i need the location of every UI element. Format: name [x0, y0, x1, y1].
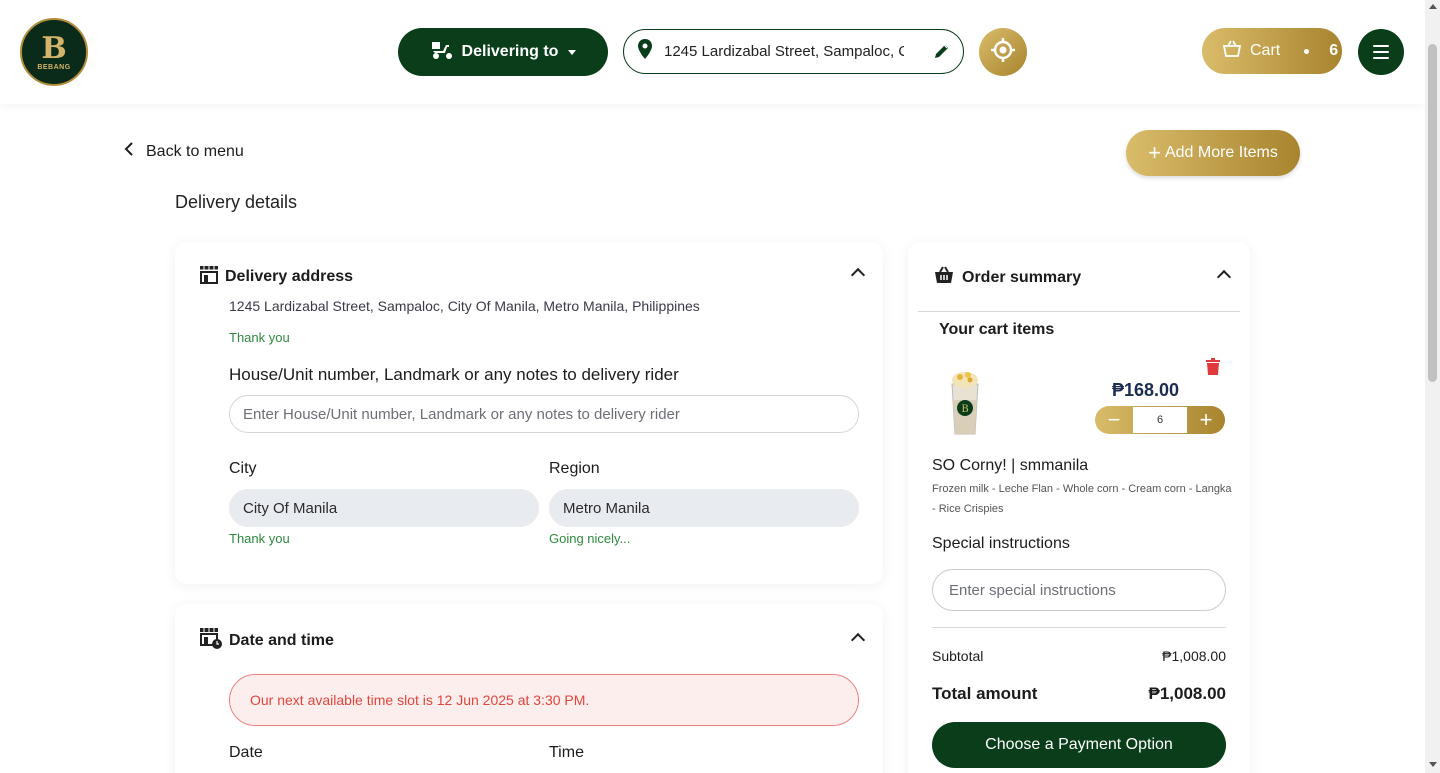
city-feedback: Thank you — [229, 531, 290, 546]
region-field[interactable]: Metro Manila — [549, 489, 859, 527]
add-more-items-button[interactable]: + Add More Items — [1126, 130, 1300, 176]
subtotal-value: ₱1,008.00 — [1162, 648, 1226, 664]
special-instructions-input[interactable]: Enter special instructions — [932, 569, 1226, 611]
back-to-menu-link[interactable]: Back to menu — [124, 142, 244, 161]
delete-item-trash-icon[interactable] — [1206, 358, 1220, 380]
order-summary-title: Order summary — [962, 268, 1082, 286]
cart-button[interactable]: Cart 6 — [1202, 28, 1342, 74]
cart-count-badge: 6 — [1329, 42, 1339, 59]
caret-down-icon — [568, 49, 577, 55]
delivering-to-dropdown[interactable]: Delivering to — [398, 28, 608, 76]
decrease-quantity-button[interactable]: − — [1095, 407, 1133, 433]
order-summary-header[interactable]: Order summary — [934, 266, 1081, 289]
crosshair-icon — [990, 37, 1016, 68]
plus-icon: + — [1148, 140, 1161, 165]
logo-monogram: B — [41, 30, 67, 66]
basket-icon — [1222, 40, 1242, 63]
scroll-down-arrow-icon[interactable] — [1429, 762, 1437, 767]
order-summary-card: Order summary Your cart items B ₱168.00 … — [908, 242, 1250, 773]
page-scrollbar[interactable] — [1425, 0, 1440, 773]
quantity-value[interactable]: 6 — [1133, 407, 1187, 433]
delivering-to-label: Delivering to — [461, 43, 559, 60]
subtotal-label: Subtotal — [932, 648, 984, 664]
total-row: Total amount ₱1,008.00 — [932, 684, 1226, 704]
date-time-header[interactable]: Date and time — [199, 626, 334, 655]
time-slot-alert: Our next available time slot is 12 Jun 2… — [229, 674, 859, 726]
total-value: ₱1,008.00 — [1148, 684, 1226, 703]
divider — [918, 311, 1240, 312]
item-description: Frozen milk - Leche Flan - Whole corn - … — [932, 483, 1232, 515]
item-price: ₱168.00 — [1112, 380, 1180, 400]
logo-text: BEBANG — [37, 63, 71, 71]
date-label: Date — [229, 744, 263, 761]
brand-logo[interactable]: B BEBANG — [20, 18, 88, 86]
choose-payment-button[interactable]: Choose a Payment Option — [932, 722, 1226, 768]
full-address-text: 1245 Lardizabal Street, Sampaloc, City O… — [229, 298, 700, 314]
cart-items-heading: Your cart items — [939, 321, 1055, 338]
cart-label: Cart — [1250, 42, 1281, 59]
delivery-scooter-icon — [430, 40, 454, 65]
delivery-address-title: Delivery address — [225, 267, 354, 285]
menu-bar-icon — [1373, 57, 1389, 59]
svg-text:B: B — [961, 404, 968, 415]
menu-bar-icon — [1373, 51, 1389, 53]
menu-bar-icon — [1373, 45, 1389, 47]
delivery-address-header[interactable]: Delivery address — [199, 264, 353, 289]
page-title: Delivery details — [175, 192, 298, 212]
delivery-address-card: Delivery address 1245 Lardizabal Street,… — [175, 242, 883, 584]
increase-quantity-button[interactable]: + — [1187, 407, 1225, 433]
storefront-icon — [199, 264, 219, 289]
locate-me-button[interactable] — [979, 28, 1027, 76]
city-label: City — [229, 460, 257, 477]
date-time-card: Date and time Our next available time sl… — [175, 604, 883, 773]
current-address-text: 1245 Lardizabal Street, Sampaloc, City O… — [664, 43, 904, 60]
address-search-input[interactable]: 1245 Lardizabal Street, Sampaloc, City O… — [623, 29, 964, 74]
store-clock-icon — [199, 626, 223, 655]
collapse-chevron-up-icon[interactable] — [1216, 269, 1232, 285]
chevron-left-icon — [124, 142, 134, 161]
add-more-items-label: Add More Items — [1164, 144, 1278, 161]
rider-notes-input[interactable]: Enter House/Unit number, Landmark or any… — [229, 395, 859, 433]
scrollbar-thumb[interactable] — [1428, 44, 1437, 382]
quantity-stepper[interactable]: − 6 + — [1095, 406, 1225, 434]
city-field[interactable]: City Of Manila — [229, 489, 539, 527]
divider — [932, 627, 1226, 628]
collapse-chevron-up-icon[interactable] — [850, 632, 866, 648]
product-image: B — [944, 370, 986, 436]
separator-dot — [1304, 48, 1310, 54]
hamburger-menu-button[interactable] — [1358, 29, 1404, 75]
region-label: Region — [549, 460, 600, 477]
item-name: SO Corny! | smmanila — [932, 457, 1089, 474]
back-to-menu-label: Back to menu — [146, 142, 244, 160]
subtotal-row: Subtotal ₱1,008.00 — [932, 648, 1226, 664]
site-header: B BEBANG Delivering to 1245 Lardizabal S… — [0, 0, 1425, 104]
scroll-up-arrow-icon[interactable] — [1429, 4, 1437, 9]
total-label: Total amount — [932, 684, 1038, 703]
map-pin-icon — [638, 39, 652, 64]
basket-icon — [934, 266, 954, 289]
notes-label: House/Unit number, Landmark or any notes… — [229, 365, 679, 384]
region-feedback: Going nicely... — [549, 531, 631, 546]
collapse-chevron-up-icon[interactable] — [850, 267, 866, 283]
time-label: Time — [549, 744, 584, 761]
edit-pencil-icon[interactable] — [933, 42, 951, 65]
special-instructions-label: Special instructions — [932, 535, 1070, 552]
date-time-title: Date and time — [229, 631, 334, 649]
address-feedback: Thank you — [229, 330, 290, 345]
